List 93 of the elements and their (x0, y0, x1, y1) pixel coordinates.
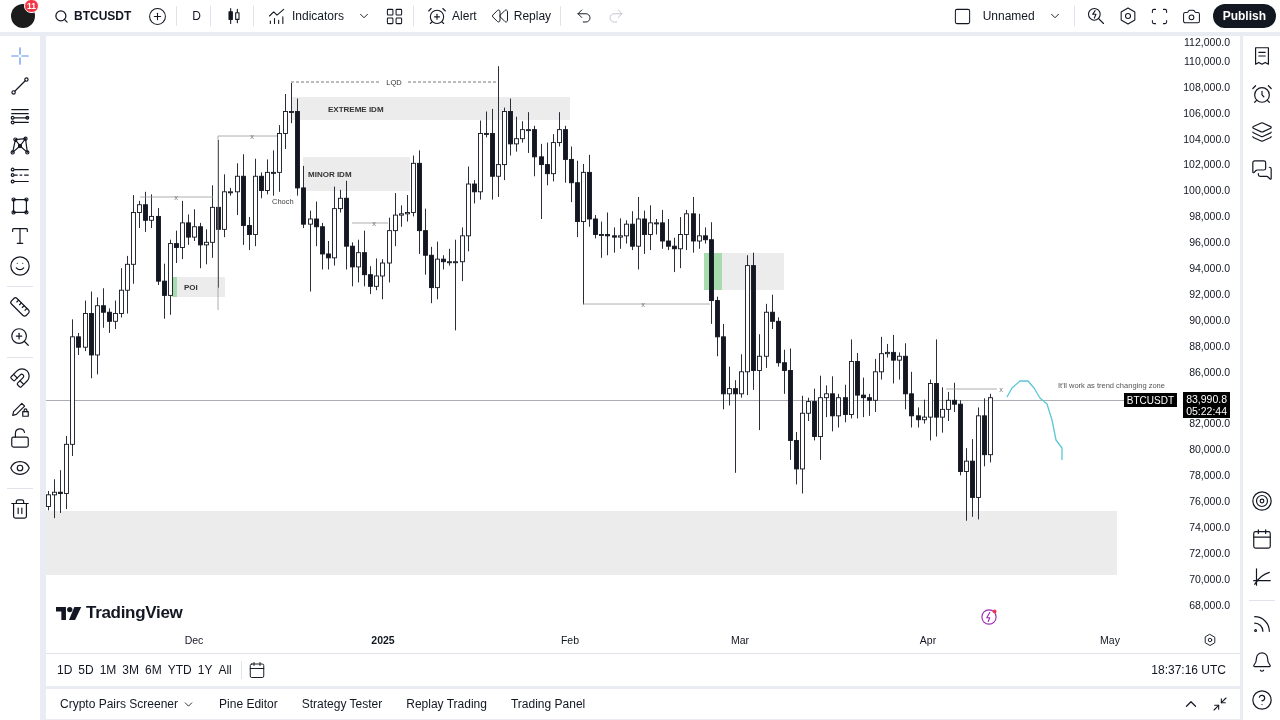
calendar-icon[interactable] (1250, 528, 1273, 550)
rewind-icon (490, 7, 509, 25)
price-label: 82,000.0 (1189, 417, 1230, 430)
drawn-line (945, 388, 998, 390)
range-button[interactable]: All (215, 658, 235, 682)
price-label: 104,000.0 (1183, 132, 1230, 145)
trash-icon[interactable] (9, 498, 31, 520)
symbol-tag: BTCUSDT (1123, 393, 1177, 407)
panel-tab[interactable]: Strategy Tester (295, 691, 389, 717)
smiley-icon[interactable] (9, 255, 31, 277)
text-icon[interactable] (9, 225, 31, 247)
last-price: 83,990.8 (1186, 393, 1227, 405)
price-label: 68,000.0 (1189, 598, 1230, 611)
price-label: 110,000.0 (1184, 54, 1230, 67)
publish-button[interactable]: Publish (1212, 4, 1276, 28)
highlight-zone (172, 277, 225, 297)
price-label: 72,000.0 (1189, 546, 1230, 559)
indicators-icon (267, 6, 287, 26)
time-label: May (1100, 634, 1120, 646)
time-label: Apr (919, 634, 937, 646)
pattern-icon[interactable] (9, 135, 31, 157)
square-icon[interactable] (953, 6, 973, 26)
minimize-icon[interactable] (1212, 696, 1228, 712)
price-label: 88,000.0 (1189, 339, 1230, 352)
time-label: 2025 (371, 634, 395, 646)
fullscreen-icon[interactable] (1150, 6, 1170, 26)
panel-tab[interactable]: Trading Panel (504, 691, 592, 717)
add-symbol-icon[interactable] (147, 6, 167, 26)
indicators-button[interactable]: Indicators (262, 2, 350, 30)
price-label: 70,000.0 (1189, 572, 1230, 585)
zoom-in-icon[interactable] (9, 326, 31, 348)
layout-name-button[interactable]: Unnamed (977, 2, 1040, 30)
alarm-plus-icon (427, 6, 448, 26)
trend-line-icon[interactable] (9, 75, 31, 97)
replay-button[interactable]: Replay (485, 2, 557, 30)
chat-icon[interactable] (1250, 159, 1273, 181)
time-label: Mar (730, 634, 750, 646)
lightning-icon[interactable] (980, 608, 998, 626)
price-label: 94,000.0 (1189, 262, 1230, 274)
unlock-icon[interactable] (9, 427, 31, 449)
layers-icon[interactable] (1250, 121, 1273, 143)
price-label: 80,000.0 (1189, 443, 1230, 456)
calendar-icon[interactable] (247, 661, 266, 679)
panel-tab[interactable]: Pine Editor (213, 691, 284, 717)
time-label: Feb (560, 634, 580, 646)
zone-label: MINOR IDM (308, 170, 352, 179)
target-icon[interactable] (1250, 490, 1273, 512)
range-button[interactable]: 6M (142, 658, 165, 682)
countdown: 05:22:44 (1186, 405, 1227, 417)
zone-label: EXTREME IDM (328, 104, 384, 114)
interval-button[interactable]: D (187, 2, 206, 30)
price-label: 112,000.0 (1184, 36, 1230, 48)
price-label: 96,000.0 (1189, 236, 1230, 249)
panel-tab[interactable]: Replay Trading (400, 691, 493, 717)
range-button[interactable]: YTD (164, 658, 195, 682)
range-button[interactable]: 1M (96, 658, 120, 682)
magnet-icon[interactable] (9, 367, 31, 389)
clock: 18:37:16 UTC (1151, 663, 1227, 677)
search-icon (54, 8, 69, 24)
alarm-clock-icon[interactable] (1250, 83, 1273, 105)
brand-name: TradingView (86, 603, 183, 623)
chart-curve-icon[interactable] (1250, 566, 1273, 588)
bell-icon[interactable] (1250, 651, 1273, 673)
symbol-search-button[interactable]: BTCUSDT (49, 2, 137, 30)
notification-badge: 11 (24, 0, 39, 13)
price-label: 108,000.0 (1183, 80, 1230, 93)
price-label: 76,000.0 (1189, 495, 1230, 508)
price-label: 100,000.0 (1183, 184, 1230, 197)
price-label: 78,000.0 (1189, 469, 1230, 482)
range-button[interactable]: 5D (75, 658, 97, 682)
undo-icon[interactable] (575, 7, 594, 25)
range-button[interactable]: 1D (54, 658, 76, 682)
price-label: 90,000.0 (1189, 313, 1230, 326)
alert-button[interactable]: Alert (422, 2, 482, 30)
help-icon[interactable] (1250, 689, 1273, 711)
avatar[interactable] (11, 4, 35, 28)
ruler-icon[interactable] (9, 296, 31, 318)
price-label: 86,000.0 (1189, 365, 1230, 378)
zone-label: POI (184, 283, 198, 292)
panel-tab[interactable]: Crypto Pairs Screener (54, 691, 202, 717)
drawn-line (351, 222, 389, 224)
price-label: 102,000.0 (1183, 158, 1230, 171)
price-label: 92,000.0 (1189, 287, 1230, 300)
settings-icon[interactable] (1203, 633, 1217, 647)
price-label: 98,000.0 (1189, 210, 1230, 223)
rectangle-icon[interactable] (9, 195, 31, 217)
range-button[interactable]: 3M (119, 658, 143, 682)
range-button[interactable]: 1Y (194, 658, 216, 682)
price-label: 106,000.0 (1183, 106, 1230, 119)
grid-icon[interactable] (384, 6, 404, 26)
price-label: 74,000.0 (1189, 521, 1230, 533)
time-label: Dec (184, 634, 204, 646)
quick-search-icon[interactable] (1085, 6, 1106, 26)
